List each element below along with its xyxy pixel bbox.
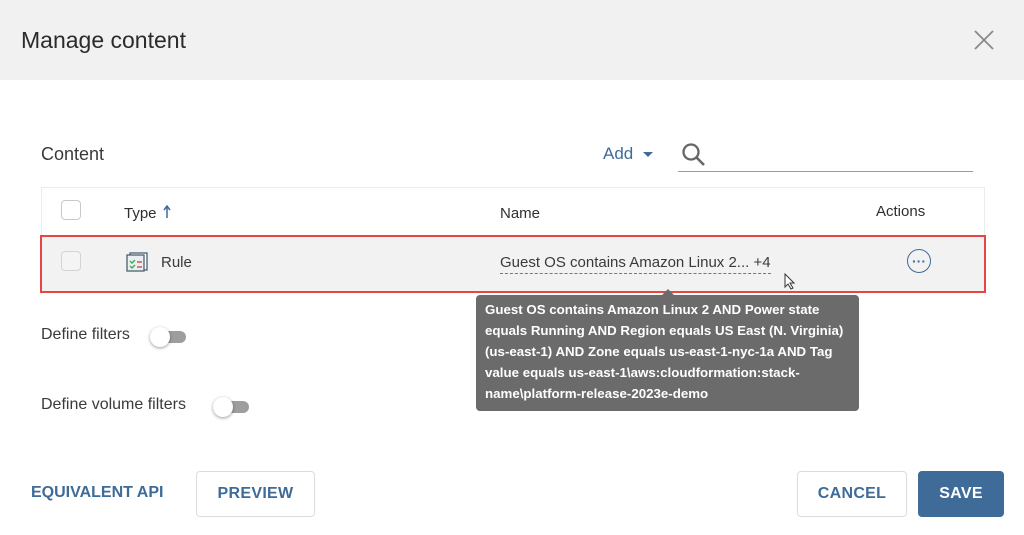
cancel-button[interactable]: CANCEL [797, 471, 907, 517]
equivalent-api-button[interactable]: EQUIVALENT API [31, 484, 163, 502]
define-volume-filters-toggle[interactable] [213, 397, 249, 417]
tooltip-line: name\platform-release-2023e-demo [485, 386, 709, 401]
column-header-name[interactable]: Name [500, 205, 540, 222]
tooltip-line: (us-east-1) AND Zone equals us-east-1-ny… [485, 344, 833, 359]
content-label: Content [41, 144, 105, 164]
search-field[interactable] [678, 138, 973, 172]
close-button[interactable] [970, 26, 998, 54]
tooltip-line: equals Running AND Region equals US East… [485, 323, 844, 338]
define-filters-label: Define filters [41, 326, 130, 343]
select-all-checkbox[interactable] [61, 200, 81, 220]
row-checkbox[interactable] [61, 251, 81, 271]
preview-button[interactable]: PREVIEW [196, 471, 315, 517]
column-header-type[interactable]: Type [124, 205, 171, 222]
more-horizontal-icon: ··· [912, 253, 926, 269]
row-type: Rule [161, 254, 192, 271]
save-button[interactable]: SAVE [918, 471, 1004, 517]
tooltip-line: value equals us-east-1\aws:cloudformatio… [485, 365, 800, 380]
add-label: Add [603, 144, 634, 163]
mouse-cursor-icon [784, 273, 796, 290]
dialog-title: Manage content [21, 27, 186, 53]
column-type-label: Type [124, 205, 157, 222]
caret-down-icon [643, 151, 654, 157]
close-icon [974, 30, 994, 50]
row-actions-button[interactable]: ··· [907, 249, 931, 273]
add-dropdown-button[interactable]: Add [603, 144, 654, 164]
define-volume-filters-label: Define volume filters [41, 396, 186, 413]
rule-icon [126, 252, 148, 272]
search-input[interactable] [712, 142, 967, 168]
tooltip-line: Guest OS contains Amazon Linux 2 AND Pow… [485, 302, 820, 317]
name-tooltip: Guest OS contains Amazon Linux 2 AND Pow… [476, 295, 859, 411]
search-icon [682, 143, 705, 166]
sort-ascending-icon [162, 205, 171, 218]
column-header-actions: Actions [876, 203, 926, 220]
row-name[interactable]: Guest OS contains Amazon Linux 2... +4 [500, 254, 771, 274]
define-filters-toggle[interactable] [150, 327, 186, 347]
